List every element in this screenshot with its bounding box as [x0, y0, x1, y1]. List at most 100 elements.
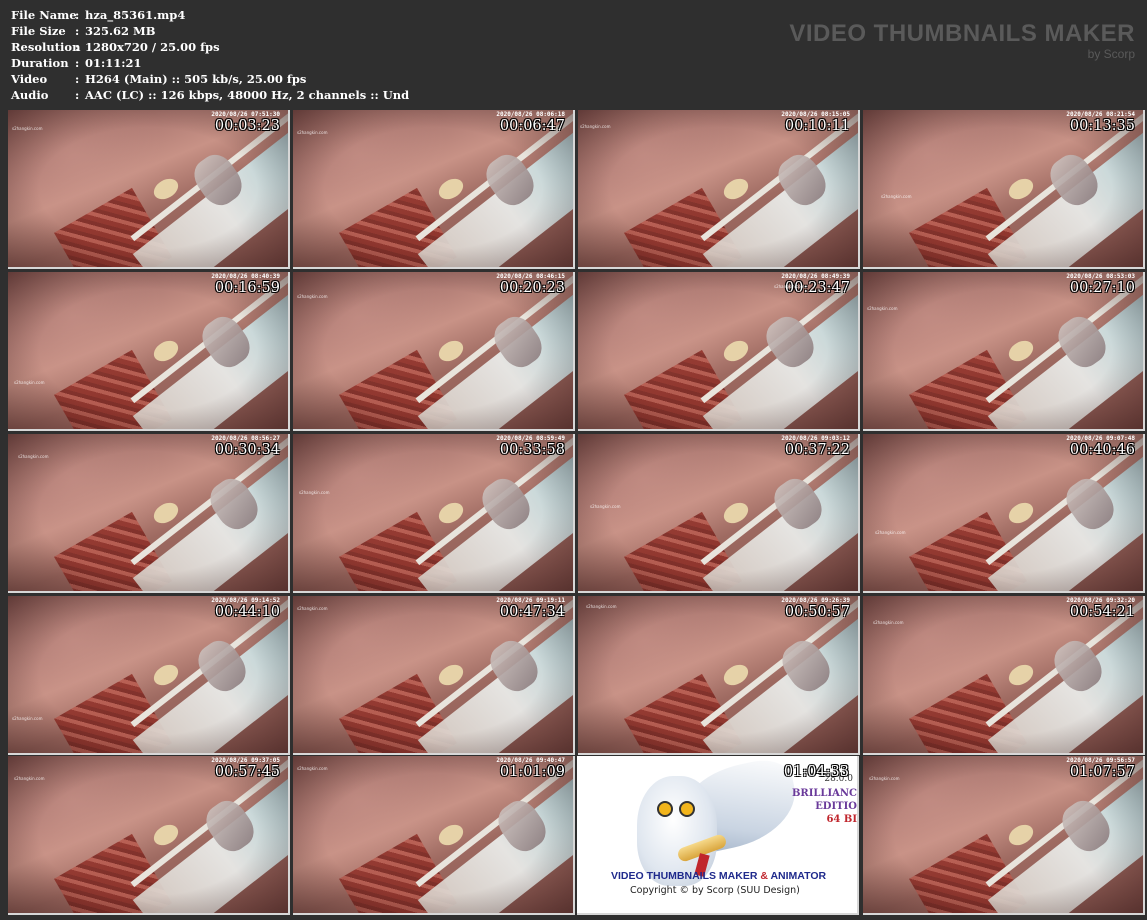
thumbnail-watermark: s2hangkin.com [297, 130, 328, 135]
info-row: Audio: AAC (LC) :: 126 kbps, 48000 Hz, 2 … [11, 87, 409, 103]
thumbnail-watermark: s2hangkin.com [590, 504, 621, 509]
camera-timestamp: 2020/08/26 08:56:27 [211, 435, 280, 442]
thumbnail-timecode: 00:20:23 [499, 280, 565, 296]
owl-eye-icon [657, 801, 673, 817]
thumbnail-timecode: 00:27:10 [1069, 280, 1135, 296]
thumbnail-timecode: 00:33:58 [499, 442, 565, 458]
info-separator: : [75, 24, 80, 38]
info-key: Duration [11, 56, 69, 70]
camera-timestamp: 2020/08/26 09:32:20 [1066, 597, 1135, 604]
video-thumbnail[interactable]: 2020/08/26 08:59:49 00:33:58 s2hangkin.com [293, 434, 575, 593]
video-thumbnail[interactable]: 2020/08/26 09:07:48 00:40:46 s2hangkin.com [863, 434, 1145, 593]
thumbnail-timecode: 00:06:47 [499, 118, 565, 134]
thumbnail-watermark: s2hangkin.com [875, 530, 906, 535]
info-separator: : [75, 8, 80, 22]
thumbnail-timecode: 01:07:57 [1069, 764, 1135, 780]
thumbnail-timecode: 00:10:11 [784, 118, 850, 134]
thumbnail-watermark: s2hangkin.com [14, 776, 45, 781]
camera-timestamp: 2020/08/26 09:19:11 [496, 597, 565, 604]
thumbnail-timecode: 01:04:33 [783, 764, 849, 780]
info-row: Resolution:1280x720 / 25.00 fps [11, 39, 409, 55]
video-thumbnail[interactable]: 2020/08/26 09:14:52 00:44:10 s2hangkin.com [8, 596, 290, 755]
camera-timestamp: 2020/08/26 08:21:54 [1066, 111, 1135, 118]
camera-timestamp: 2020/08/26 09:14:52 [211, 597, 280, 604]
thumbnail-watermark: s2hangkin.com [12, 126, 43, 131]
video-thumbnail[interactable]: 2020/08/26 09:56:57 01:07:57 s2hangkin.com [863, 756, 1145, 915]
info-value: AAC (LC) :: 126 kbps, 48000 Hz, 2 channe… [85, 88, 410, 102]
info-row: File Name: hza_85361.mp4 [11, 7, 409, 23]
thumbnail-timecode: 00:44:10 [214, 604, 280, 620]
thumbnail-watermark: s2hangkin.com [14, 380, 45, 385]
camera-timestamp: 2020/08/26 09:37:05 [211, 757, 280, 764]
info-separator: : [75, 40, 80, 54]
camera-timestamp: 2020/08/26 09:07:48 [1066, 435, 1135, 442]
info-value: hza_85361.mp4 [85, 8, 186, 22]
ad-edition-line1: BRILLIANC [791, 788, 857, 799]
info-key: Video [11, 72, 48, 86]
info-value: H264 (Main) :: 505 kb/s, 25.00 fps [85, 72, 307, 86]
camera-timestamp: 2020/08/26 08:15:05 [781, 111, 850, 118]
thumbnail-watermark: s2hangkin.com [586, 604, 617, 609]
thumbnail-watermark: s2hangkin.com [12, 716, 43, 721]
video-thumbnail[interactable]: 2020/08/26 08:56:27 00:30:34 s2hangkin.com [8, 434, 290, 593]
thumbnail-watermark: s2hangkin.com [580, 124, 611, 129]
video-thumbnail[interactable]: 2020/08/26 08:15:05 00:10:11 s2hangkin.com [578, 110, 860, 269]
thumbnail-timecode: 00:30:34 [214, 442, 280, 458]
video-thumbnail[interactable]: 2020/08/26 08:21:54 00:13:35 s2hangkin.com [863, 110, 1145, 269]
info-key: Audio [11, 88, 49, 102]
video-thumbnail[interactable]: 2020/08/26 07:51:30 00:03:23 s2hangkin.com [8, 110, 290, 269]
video-thumbnail[interactable]: 2020/08/26 09:26:39 00:50:57 s2hangkin.com [578, 596, 860, 755]
camera-timestamp: 2020/08/26 08:49:39 [781, 273, 850, 280]
video-thumbnail[interactable]: 2020/08/26 09:32:20 00:54:21 s2hangkin.com [863, 596, 1145, 755]
thumbnail-timecode: 00:40:46 [1069, 442, 1135, 458]
camera-timestamp: 2020/08/26 08:53:03 [1066, 273, 1135, 280]
video-thumbnail[interactable]: 2020/08/26 08:06:18 00:06:47 s2hangkin.com [293, 110, 575, 269]
thumbnail-watermark: s2hangkin.com [297, 294, 328, 299]
thumbnail-timecode: 00:50:57 [784, 604, 850, 620]
thumbnail-watermark: s2hangkin.com [18, 454, 49, 459]
info-value: 01:11:21 [85, 56, 142, 70]
ad-edition-line3: 64 BI [826, 814, 857, 825]
owl-eye-icon [679, 801, 695, 817]
video-thumbnail[interactable]: 2020/08/26 08:53:03 00:27:10 s2hangkin.com [863, 272, 1145, 431]
thumbnail-watermark: s2hangkin.com [867, 306, 898, 311]
ad-thumbnail[interactable]: 28.0.0 BRILLIANC EDITIO 64 BI VIDEO THUMBNAI… [577, 756, 859, 915]
brand-logo: VIDEO THUMBNAILS MAKER by Scorp [789, 20, 1135, 61]
info-key: Resolution [11, 40, 81, 54]
brand-title: VIDEO THUMBNAILS MAKER [789, 20, 1135, 47]
info-separator: : [75, 72, 80, 86]
video-thumbnail[interactable]: 2020/08/26 09:37:05 00:57:45 s2hangkin.com [8, 756, 290, 915]
thumbnail-timecode: 00:57:45 [214, 764, 280, 780]
brand-subtitle: by Scorp [1087, 47, 1135, 61]
file-info: File Name: hza_85361.mp4 File Size:325.62 … [11, 7, 409, 103]
thumbnail-timecode: 00:03:23 [214, 118, 280, 134]
info-key: File Name [11, 8, 77, 22]
thumbnail-watermark: s2hangkin.com [881, 194, 912, 199]
info-value: 325.62 MB [85, 24, 156, 38]
video-thumbnail[interactable]: 2020/08/26 09:03:12 00:37:22 s2hangkin.com [578, 434, 860, 593]
camera-timestamp: 2020/08/26 08:46:15 [496, 273, 565, 280]
thumbnail-timecode: 00:16:59 [214, 280, 280, 296]
info-separator: : [75, 88, 80, 102]
video-thumbnail[interactable]: 2020/08/26 08:49:39 00:23:47 s2hangkin.com [578, 272, 860, 431]
ad-edition-line2: EDITIO [815, 801, 857, 812]
ad-copyright: Copyright © by Scorp (SUU Design) [630, 885, 800, 896]
ad-title-amp: & [760, 870, 768, 882]
video-thumbnail[interactable]: 2020/08/26 09:19:11 00:47:34 s2hangkin.com [293, 596, 575, 755]
camera-timestamp: 2020/08/26 09:40:47 [496, 757, 565, 764]
ad-title-b: ANIMATOR [767, 870, 827, 882]
info-row: Video: H264 (Main) :: 505 kb/s, 25.00 fps [11, 71, 409, 87]
info-value: 1280x720 / 25.00 fps [85, 40, 220, 54]
info-header: File Name: hza_85361.mp4 File Size:325.62 … [0, 0, 1147, 108]
video-thumbnail[interactable]: 2020/08/26 09:40:47 01:01:09 s2hangkin.com [293, 756, 575, 915]
camera-timestamp: 2020/08/26 07:51:30 [211, 111, 280, 118]
thumbnail-timecode: 00:37:22 [784, 442, 850, 458]
camera-timestamp: 2020/08/26 09:03:12 [781, 435, 850, 442]
video-thumbnail[interactable]: 2020/08/26 08:40:39 00:16:59 s2hangkin.com [8, 272, 290, 431]
ad-title-a: VIDEO THUMBNAILS MAKER [611, 870, 761, 882]
video-thumbnail[interactable]: 2020/08/26 08:46:15 00:20:23 s2hangkin.com [293, 272, 575, 431]
camera-timestamp: 2020/08/26 09:26:39 [781, 597, 850, 604]
thumbnail-watermark: s2hangkin.com [774, 284, 805, 289]
thumbnail-watermark: s2hangkin.com [299, 490, 330, 495]
thumbnail-watermark: s2hangkin.com [297, 766, 328, 771]
